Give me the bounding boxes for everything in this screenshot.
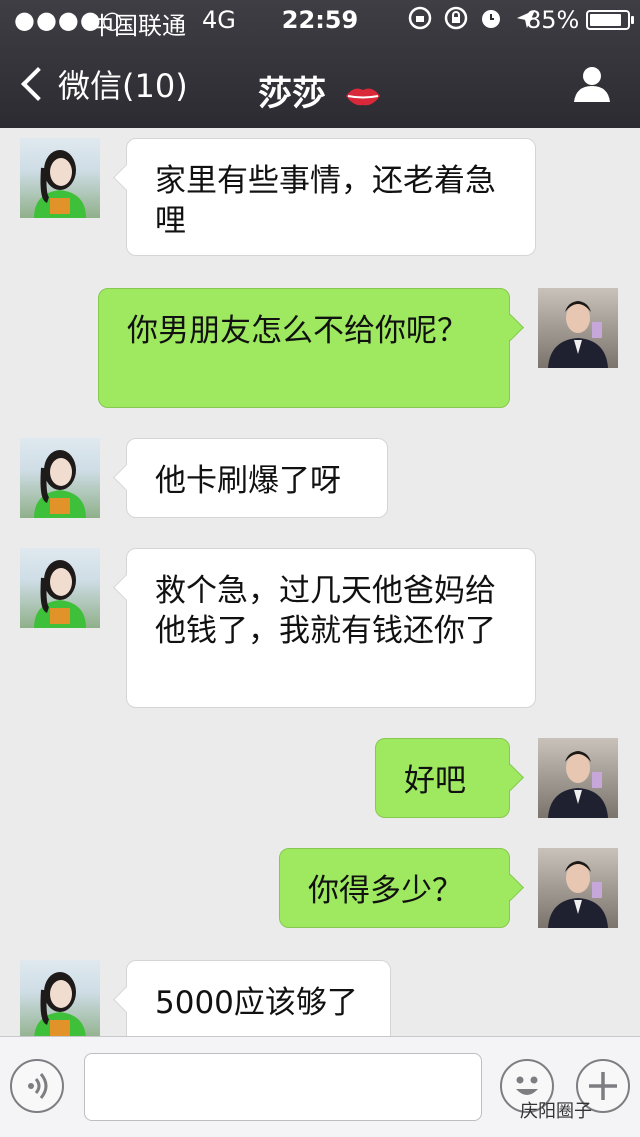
contact-avatar[interactable] bbox=[20, 138, 100, 218]
message-text: 他钱了，我就有钱还你了 bbox=[155, 613, 496, 649]
contact-profile-button[interactable] bbox=[572, 64, 612, 104]
contact-avatar[interactable] bbox=[20, 960, 100, 1036]
top-bar: ●●●●○ 中国联通 4G 22:59 85% 微信(10) 莎莎 bbox=[0, 0, 640, 128]
battery-cap bbox=[631, 16, 634, 24]
message-row: 家里有些事情，还老着急哩 bbox=[0, 138, 640, 260]
lips-icon bbox=[344, 76, 382, 116]
voice-icon bbox=[28, 1073, 48, 1099]
message-row: 你得多少？ bbox=[0, 848, 640, 932]
rotation-lock-icon bbox=[408, 6, 432, 30]
message-row: 你男朋友怎么不给你呢？ bbox=[0, 288, 640, 412]
contact-avatar[interactable] bbox=[20, 548, 100, 628]
message-row: 救个急，过几天他爸妈给 他钱了，我就有钱还你了 bbox=[0, 548, 640, 712]
my-avatar[interactable] bbox=[538, 738, 618, 818]
input-bar: 庆阳圈子 bbox=[0, 1036, 640, 1137]
message-text: 5000应该够了 bbox=[155, 985, 358, 1021]
message-text: 救个急，过几天他爸妈给 bbox=[155, 573, 496, 609]
message-text: 你男朋友怎么不给你呢？ bbox=[127, 313, 468, 349]
status-bar: ●●●●○ 中国联通 4G 22:59 85% bbox=[0, 0, 640, 40]
my-avatar[interactable] bbox=[538, 848, 618, 928]
message-text: 哩 bbox=[155, 203, 186, 239]
battery-icon bbox=[586, 10, 630, 30]
message-input[interactable] bbox=[84, 1053, 482, 1121]
sent-message-bubble[interactable]: 你得多少？ bbox=[279, 848, 510, 928]
message-row: 他卡刷爆了呀 bbox=[0, 438, 640, 522]
message-text: 家里有些事情，还老着急 bbox=[155, 163, 496, 199]
watermark: 庆阳圈子 bbox=[520, 1101, 592, 1122]
sent-message-bubble[interactable]: 好吧 bbox=[375, 738, 510, 818]
received-message-bubble[interactable]: 他卡刷爆了呀 bbox=[126, 438, 388, 518]
battery-percent: 85% bbox=[526, 6, 580, 34]
message-row: 5000应该够了 bbox=[0, 960, 640, 1036]
lock-icon bbox=[444, 6, 467, 30]
message-text: 你得多少？ bbox=[308, 873, 463, 909]
status-icons bbox=[408, 4, 537, 32]
message-row: 好吧 bbox=[0, 738, 640, 822]
voice-button[interactable] bbox=[10, 1059, 64, 1113]
received-message-bubble[interactable]: 救个急，过几天他爸妈给 他钱了，我就有钱还你了 bbox=[126, 548, 536, 708]
received-message-bubble[interactable]: 家里有些事情，还老着急哩 bbox=[126, 138, 536, 256]
alarm-icon bbox=[482, 10, 501, 28]
message-text: 好吧 bbox=[404, 763, 466, 799]
my-avatar[interactable] bbox=[538, 288, 618, 368]
sent-message-bubble[interactable]: 你男朋友怎么不给你呢？ bbox=[98, 288, 510, 408]
nav-bar: 微信(10) 莎莎 bbox=[0, 44, 640, 128]
contact-name: 莎莎 bbox=[258, 74, 327, 114]
chat-area[interactable]: 家里有些事情，还老着急哩你男朋友怎么不给你呢？ 他卡刷爆了呀救个急，过几天他爸妈给… bbox=[0, 128, 640, 1036]
chat-title: 莎莎 bbox=[0, 66, 640, 116]
received-message-bubble[interactable]: 5000应该够了 bbox=[126, 960, 391, 1036]
contact-avatar[interactable] bbox=[20, 438, 100, 518]
battery-level bbox=[590, 14, 621, 26]
person-icon bbox=[574, 67, 610, 102]
message-text: 他卡刷爆了呀 bbox=[155, 463, 341, 499]
